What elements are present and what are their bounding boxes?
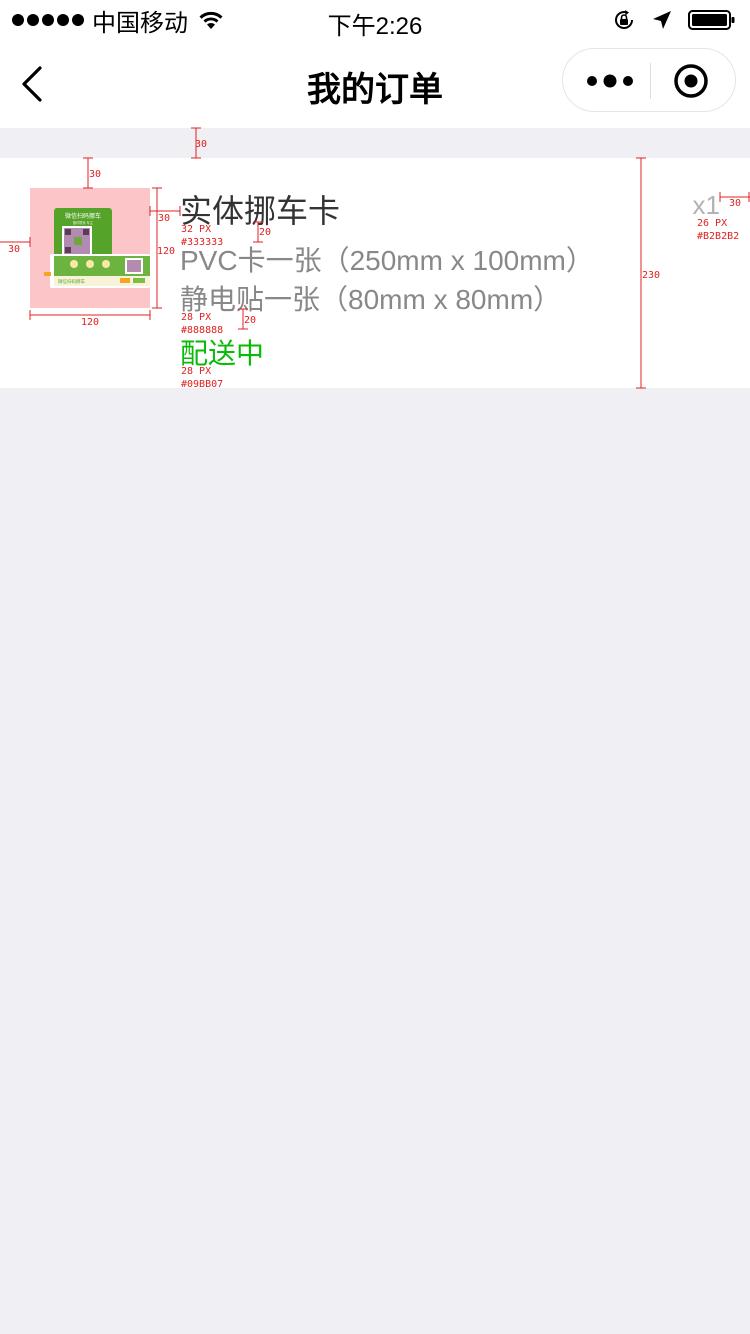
status-right [612,8,736,32]
annotation-qty-font: 26 PX [697,218,728,229]
annotation-img-width: 120 [81,317,100,328]
annotation-spec-status-gap: 20 [244,315,257,326]
annotation-title-font: 32 PX [181,224,212,235]
nav-bar: 我的订单 [0,40,750,128]
capsule-divider [650,63,651,99]
location-arrow-icon [653,11,671,29]
annotation-img-text-gap: 30 [158,213,171,224]
card-subheading-text: 随时联系 车主 [73,220,94,225]
product-image: 微信扫码挪车 随时联系 车主 微信扫码挪车 [30,188,150,308]
battery-icon [688,10,735,30]
annotation-gap-top: 30 [195,139,208,150]
menu-capsule [562,48,736,112]
annotation-spec-font: 28 PX [181,312,212,323]
annotation-spec-color: #888888 [181,325,224,336]
annotation-img-top: 30 [89,169,102,180]
spec-line: 静电贴一张（80mm x 80mm） [180,284,562,315]
annotation-qty-right: 30 [729,198,742,209]
annotation-status-color: #09BB07 [181,379,224,390]
annotation-status-font: 28 PX [181,366,212,377]
strip-heading-text: 微信扫码挪车 [58,278,85,285]
annotation-card-height: 230 [642,270,661,281]
annotation-img-height: 120 [157,246,176,257]
order-card[interactable]: 微信扫码挪车 随时联系 车主 微信扫码挪车 实体挪车卡 PVC卡一张（250mm… [0,158,750,388]
card-heading-text: 微信扫码挪车 [65,212,101,220]
spec-line: PVC卡一张（250mm x 100mm） [180,245,594,276]
annotation-title-color: #333333 [181,237,224,248]
lock-rotation-icon [615,10,633,29]
quantity-label: x1 [692,190,720,220]
annotation-qty-color: #B2B2B2 [697,231,740,242]
annotation-title-spec-gap: 20 [259,227,272,238]
product-illustration: 微信扫码挪车 随时联系 车主 微信扫码挪车 [30,188,150,308]
status-bar: 中国移动 下午2:26 [0,0,750,40]
annotation-img-left: 30 [8,244,21,255]
close-target-icon[interactable] [673,63,709,99]
more-dots-icon[interactable] [583,63,637,99]
